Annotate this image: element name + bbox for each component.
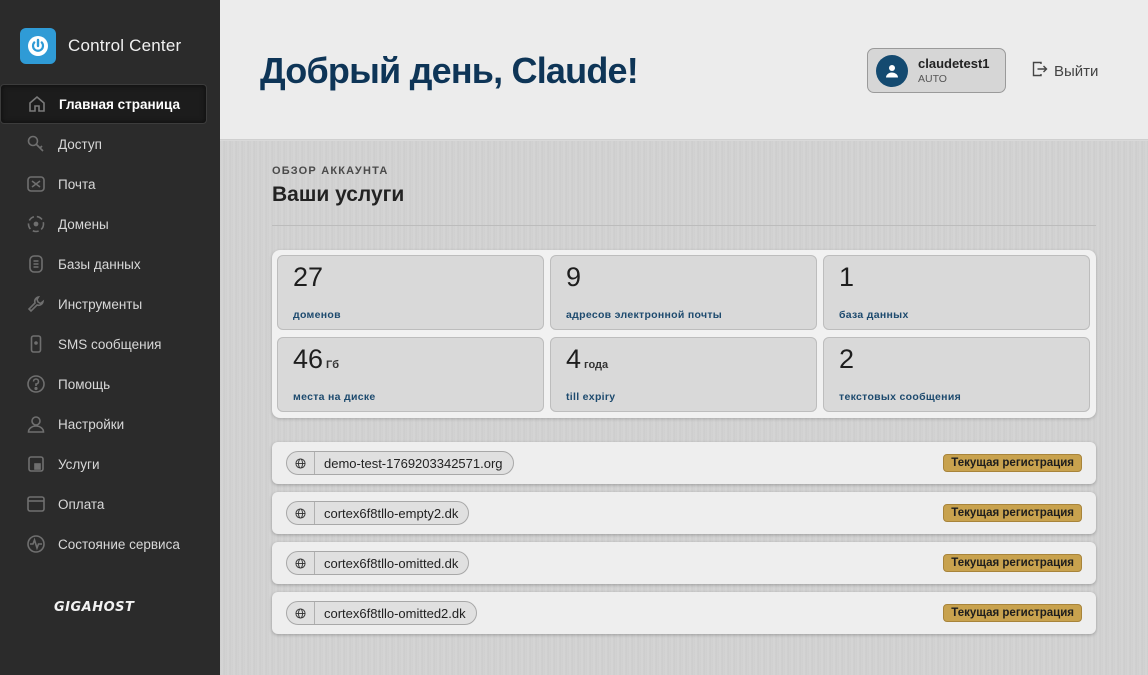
status-badge: Текущая регистрация (943, 554, 1082, 572)
domain-row[interactable]: demo-test-1769203342571.org Текущая реги… (272, 442, 1096, 484)
globe-icon (287, 452, 315, 474)
page-title: Добрый день, Claude! (260, 50, 639, 91)
user-name: claudetest1 (918, 56, 990, 71)
section-eyebrow: ОБЗОР АККАУНТА (272, 165, 389, 177)
sidebar-item-label: SMS сообщения (58, 336, 162, 352)
phone-icon (24, 332, 48, 356)
sidebar-item-settings[interactable]: Настройки (0, 404, 220, 444)
domain-row[interactable]: cortex6f8tllo-omitted.dk Текущая регистр… (272, 542, 1096, 584)
sidebar-item-label: Помощь (58, 376, 111, 392)
domain-pill[interactable]: demo-test-1769203342571.org (286, 451, 514, 475)
sidebar-item-label: Настройки (58, 416, 125, 432)
sidebar-item-domains[interactable]: Домены (0, 204, 220, 244)
pulse-icon (24, 532, 48, 556)
domain-name: cortex6f8tllo-omitted2.dk (324, 605, 466, 621)
domain-pill[interactable]: cortex6f8tllo-omitted.dk (286, 551, 470, 575)
section-title: Ваши услуги (272, 183, 405, 206)
sidebar-item-status[interactable]: Состояние сервиса (0, 524, 220, 564)
sidebar-item-label: Базы данных (58, 256, 141, 272)
card-icon (24, 492, 48, 516)
sidebar-item-label: Домены (58, 216, 109, 232)
page-header: Добрый день, Claude! claudetest1 AUTO Вы… (220, 0, 1148, 140)
stat-card-expiry[interactable]: 4 года till expiry (550, 337, 817, 412)
domain-name: cortex6f8tllo-empty2.dk (324, 505, 459, 521)
power-icon (20, 28, 56, 64)
stat-value: 27 (293, 262, 324, 292)
database-icon (24, 252, 48, 276)
stat-card-disk[interactable]: 46 Гб места на диске (277, 337, 544, 412)
stat-value: 9 (566, 262, 582, 292)
domain-name: demo-test-1769203342571.org (324, 455, 503, 471)
globe-icon (287, 502, 315, 524)
stat-unit: года (584, 359, 609, 371)
stat-label: места на диске (293, 391, 376, 403)
sidebar-item-label: Доступ (58, 136, 102, 152)
logout-label: Выйти (1054, 62, 1099, 80)
sidebar-item-home[interactable]: Главная страница (0, 84, 207, 124)
sidebar-item-databases[interactable]: Базы данных (0, 244, 220, 284)
divider (272, 225, 1096, 226)
sidebar-item-help[interactable]: Помощь (0, 364, 220, 404)
stat-label: адресов электронной почты (566, 309, 723, 321)
logout-button[interactable]: Выйти (1032, 61, 1098, 81)
user-role: AUTO (918, 73, 947, 85)
stat-value: 46 (293, 344, 324, 374)
domain-row[interactable]: cortex6f8tllo-empty2.dk Текущая регистра… (272, 492, 1096, 534)
sidebar-item-access[interactable]: Доступ (0, 124, 220, 164)
gigahost-logo[interactable]: GIGAHOST (54, 600, 134, 615)
sidebar-item-label: Инструменты (58, 296, 143, 312)
sidebar-item-tools[interactable]: Инструменты (0, 284, 220, 324)
stat-label: база данных (839, 309, 909, 321)
sidebar-item-payment[interactable]: Оплата (0, 484, 220, 524)
mail-icon (24, 172, 48, 196)
stat-unit: Гб (326, 359, 340, 371)
key-icon (24, 132, 48, 156)
globe-icon (287, 552, 315, 574)
brand[interactable]: Control Center (20, 28, 181, 64)
logout-icon (1032, 61, 1048, 81)
domain-row[interactable]: cortex6f8tllo-omitted2.dk Текущая регист… (272, 592, 1096, 634)
stat-card-databases[interactable]: 1 база данных (823, 255, 1090, 330)
main-content: ОБЗОР АККАУНТА Ваши услуги 27 доменов 9 … (220, 141, 1148, 675)
domain-pill[interactable]: cortex6f8tllo-omitted2.dk (286, 601, 477, 625)
app-title: Control Center (68, 36, 182, 55)
globe-icon (287, 602, 315, 624)
status-badge: Текущая регистрация (943, 504, 1082, 522)
sidebar-item-label: Почта (58, 176, 96, 192)
stat-value: 1 (839, 262, 855, 292)
user-icon (24, 412, 48, 436)
sidebar-nav: Главная страница Доступ Почта Домены Баз… (0, 84, 220, 564)
help-icon (24, 372, 48, 396)
stat-label: доменов (293, 309, 341, 321)
sidebar-item-services[interactable]: Услуги (0, 444, 220, 484)
domain-pill[interactable]: cortex6f8tllo-empty2.dk (286, 501, 470, 525)
status-badge: Текущая регистрация (943, 454, 1082, 472)
stat-card-domains[interactable]: 27 доменов (277, 255, 544, 330)
stat-value: 4 (566, 344, 582, 374)
services-icon (24, 452, 48, 476)
home-icon (25, 92, 49, 116)
stat-label: till expiry (566, 391, 616, 403)
stat-value: 2 (839, 344, 855, 374)
sidebar-item-mail[interactable]: Почта (0, 164, 220, 204)
domain-name: cortex6f8tllo-omitted.dk (324, 555, 459, 571)
avatar (876, 54, 908, 87)
user-avatar-icon (886, 64, 898, 77)
globe-icon (24, 212, 48, 236)
stat-card-sms[interactable]: 2 текстовых сообщения (823, 337, 1090, 412)
sidebar-item-label: Оплата (58, 496, 105, 512)
sidebar: Control Center Главная страница Доступ П… (0, 0, 220, 675)
status-badge: Текущая регистрация (943, 604, 1082, 622)
sidebar-item-sms[interactable]: SMS сообщения (0, 324, 220, 364)
user-menu[interactable]: claudetest1 AUTO (867, 48, 1006, 93)
stats-grid: 27 доменов 9 адресов электронной почты 1… (272, 250, 1096, 418)
sidebar-item-label: Состояние сервиса (58, 536, 180, 552)
stat-card-emails[interactable]: 9 адресов электронной почты (550, 255, 817, 330)
stat-label: текстовых сообщения (839, 391, 962, 403)
wrench-icon (24, 292, 48, 316)
sidebar-item-label: Главная страница (59, 96, 180, 112)
sidebar-item-label: Услуги (58, 456, 100, 472)
